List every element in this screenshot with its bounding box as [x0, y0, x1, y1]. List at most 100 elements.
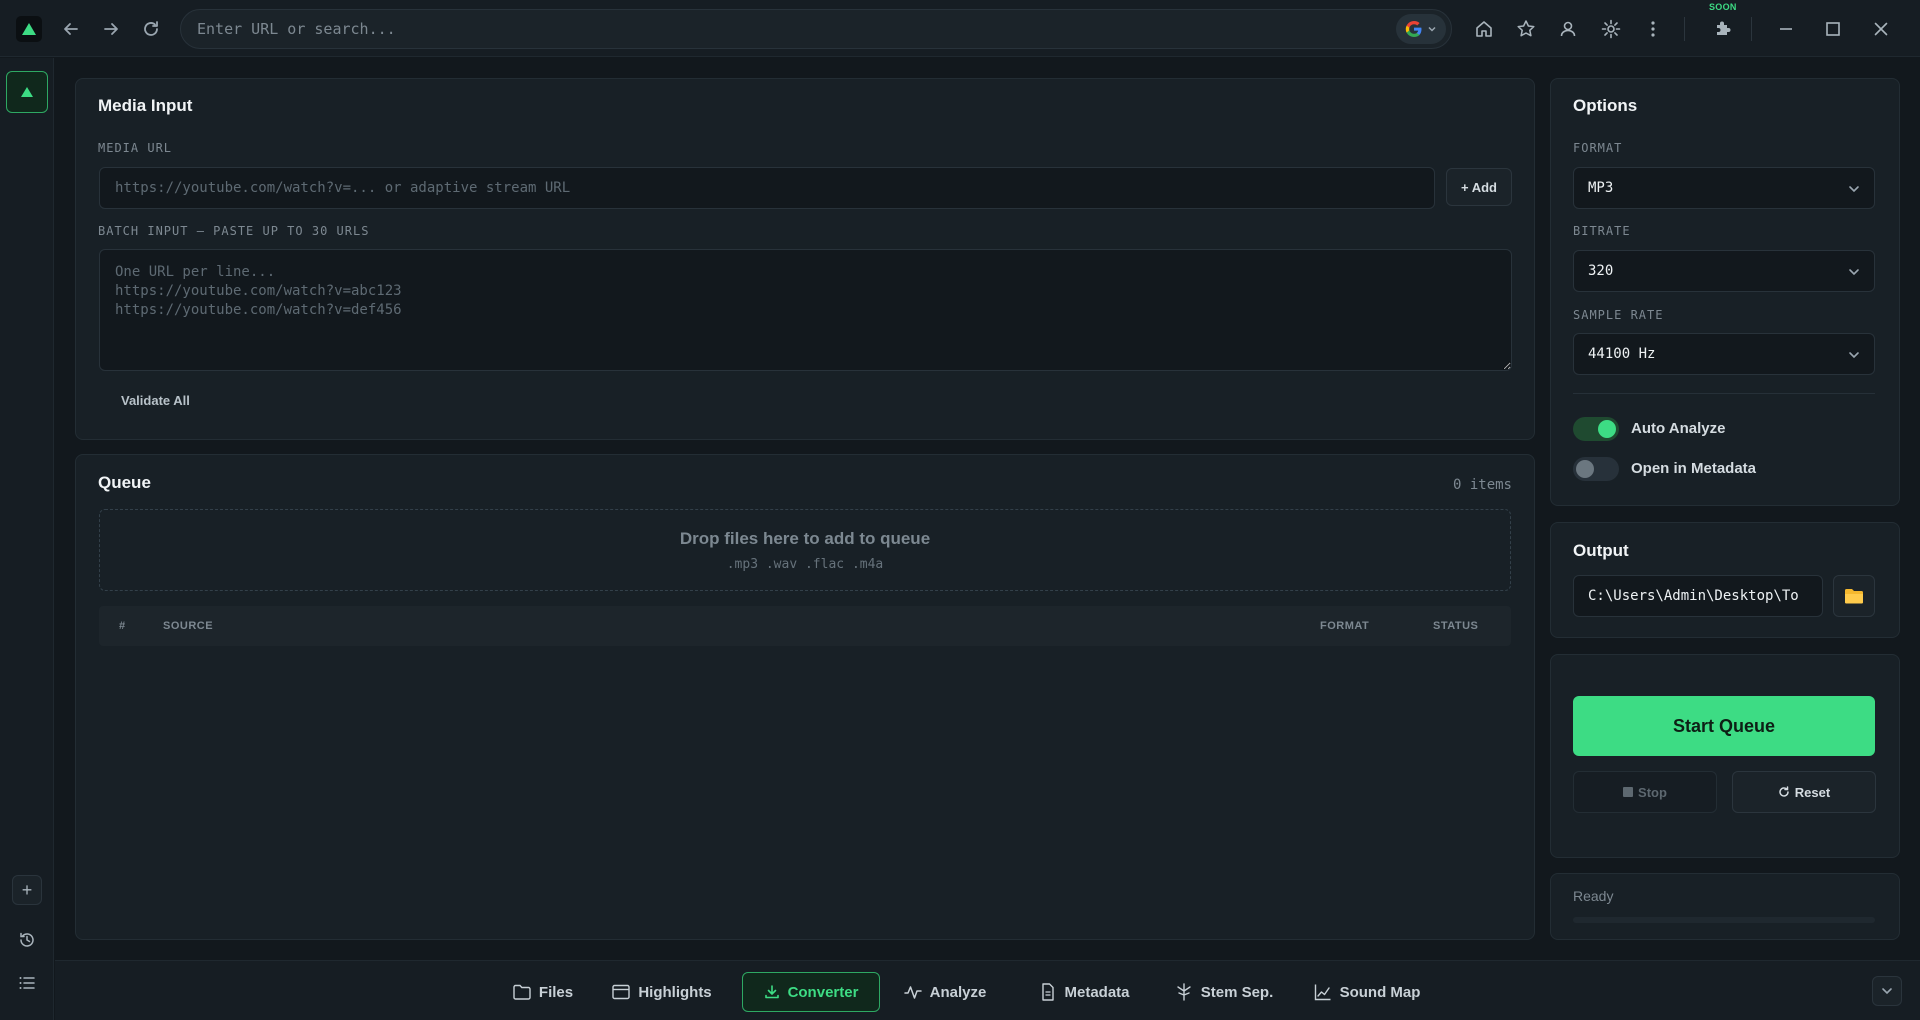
history-icon [20, 932, 34, 947]
tab-label: Analyze [929, 983, 987, 1001]
minimize-button[interactable] [1771, 14, 1801, 44]
gear-icon [1601, 19, 1621, 39]
browser-toolbar: SOON [0, 0, 1920, 57]
batch-input-textarea[interactable] [99, 249, 1512, 371]
maximize-button[interactable] [1818, 14, 1848, 44]
puzzle-icon [1717, 21, 1731, 35]
close-window-button[interactable] [1866, 14, 1896, 44]
collapse-button[interactable] [1872, 976, 1902, 1006]
output-path-field[interactable]: C:\Users\Admin\Desktop\To [1573, 575, 1823, 617]
column-format[interactable]: FORMAT [1320, 620, 1369, 632]
close-icon [1874, 22, 1888, 36]
media-url-input[interactable] [99, 167, 1435, 209]
download-icon [764, 985, 779, 999]
sidebar-app-button[interactable] [6, 71, 48, 113]
triangle-logo-icon [21, 87, 33, 97]
folder-icon [1845, 589, 1863, 604]
tab-label: Stem Sep. [1200, 983, 1274, 1001]
browse-folder-button[interactable] [1833, 575, 1875, 617]
sample-rate-label: SAMPLE RATE [1573, 308, 1664, 322]
forward-button[interactable] [96, 14, 126, 44]
chevron-down-icon [1849, 352, 1859, 359]
profile-button[interactable] [1553, 14, 1583, 44]
options-title: Options [1573, 96, 1638, 115]
reset-button[interactable]: Reset [1732, 771, 1876, 813]
column-source[interactable]: SOURCE [163, 620, 213, 632]
reload-button[interactable] [136, 14, 166, 44]
stop-icon [1623, 787, 1634, 797]
more-button[interactable] [1638, 14, 1668, 44]
browser-window-icon [612, 984, 631, 1000]
tab-sound-map[interactable]: Sound Map [1309, 972, 1425, 1012]
settings-button[interactable] [1596, 14, 1626, 44]
back-button[interactable] [56, 14, 86, 44]
batch-input-label: BATCH INPUT — PASTE UP TO 30 URLS [98, 224, 370, 238]
pulse-icon [903, 986, 922, 999]
tab-stem-sep[interactable]: Stem Sep. [1168, 972, 1280, 1012]
drop-zone[interactable]: Drop files here to add to queue .mp3 .wa… [99, 509, 1511, 591]
bottom-tab-bar: Files Highlights Converter Analyze Metad… [55, 960, 1920, 1020]
drop-zone-title: Drop files here to add to queue [679, 529, 931, 548]
auto-analyze-label: Auto Analyze [1631, 420, 1726, 437]
media-url-label: MEDIA URL [98, 141, 173, 155]
auto-analyze-toggle[interactable] [1573, 417, 1619, 441]
controls-panel [1550, 654, 1900, 858]
sample-rate-select[interactable]: 44100 Hz [1573, 333, 1875, 375]
toggle-knob [1576, 460, 1594, 478]
add-url-button[interactable]: + Add [1446, 168, 1512, 206]
tab-label: Converter [787, 983, 859, 1001]
search-engine-button[interactable] [1396, 14, 1446, 44]
format-select[interactable]: MP3 [1573, 167, 1875, 209]
tab-label: Files [538, 983, 574, 1001]
open-in-metadata-toggle[interactable] [1573, 457, 1619, 481]
media-input-title: Media Input [98, 96, 193, 115]
sidebar-add-button[interactable]: + [12, 875, 42, 905]
folder-icon [513, 984, 531, 1000]
list-icon [19, 977, 35, 989]
reset-icon [1779, 786, 1789, 797]
output-title: Output [1573, 541, 1629, 560]
bitrate-select[interactable]: 320 [1573, 250, 1875, 292]
bookmark-button[interactable] [1511, 14, 1541, 44]
format-value: MP3 [1588, 180, 1614, 196]
home-button[interactable] [1469, 14, 1499, 44]
tab-highlights[interactable]: Highlights [602, 972, 722, 1012]
history-button[interactable] [12, 925, 42, 955]
tab-files[interactable]: Files [503, 972, 583, 1012]
chart-icon [1314, 984, 1331, 1001]
validate-all-button[interactable]: Validate All [121, 393, 190, 408]
url-input[interactable] [197, 10, 1367, 48]
column-status[interactable]: STATUS [1433, 620, 1478, 632]
status-text: Ready [1573, 888, 1614, 904]
options-divider [1573, 393, 1875, 394]
bitrate-value: 320 [1588, 263, 1614, 279]
kebab-icon [1651, 21, 1655, 37]
sidebar: + [0, 58, 54, 1020]
reload-icon [144, 21, 158, 36]
soon-badge: SOON [1709, 2, 1737, 12]
tab-label: Highlights [638, 983, 712, 1001]
split-icon [1177, 983, 1191, 1001]
triangle-logo-icon [22, 23, 36, 35]
open-in-metadata-label: Open in Metadata [1631, 460, 1757, 477]
progress-bar [1573, 917, 1875, 923]
chevron-down-icon [1428, 26, 1436, 32]
tab-analyze[interactable]: Analyze [897, 972, 993, 1012]
stop-button[interactable]: Stop [1573, 771, 1717, 813]
start-queue-button[interactable]: Start Queue [1573, 696, 1875, 756]
back-icon [64, 23, 78, 35]
list-button[interactable] [12, 968, 42, 998]
tab-metadata[interactable]: Metadata [1030, 972, 1140, 1012]
queue-table-header: # SOURCE FORMAT STATUS [99, 606, 1511, 646]
tab-label: Sound Map [1339, 983, 1421, 1001]
extensions-button[interactable] [1708, 14, 1738, 44]
google-icon [1405, 21, 1422, 37]
chevron-down-icon [1882, 988, 1892, 995]
bitrate-label: BITRATE [1573, 224, 1631, 238]
forward-icon [104, 23, 118, 35]
tab-converter[interactable]: Converter [742, 972, 880, 1012]
sample-rate-value: 44100 Hz [1588, 346, 1656, 362]
app-logo[interactable] [16, 16, 42, 42]
chevron-down-icon [1849, 186, 1859, 193]
status-panel [1550, 873, 1900, 940]
